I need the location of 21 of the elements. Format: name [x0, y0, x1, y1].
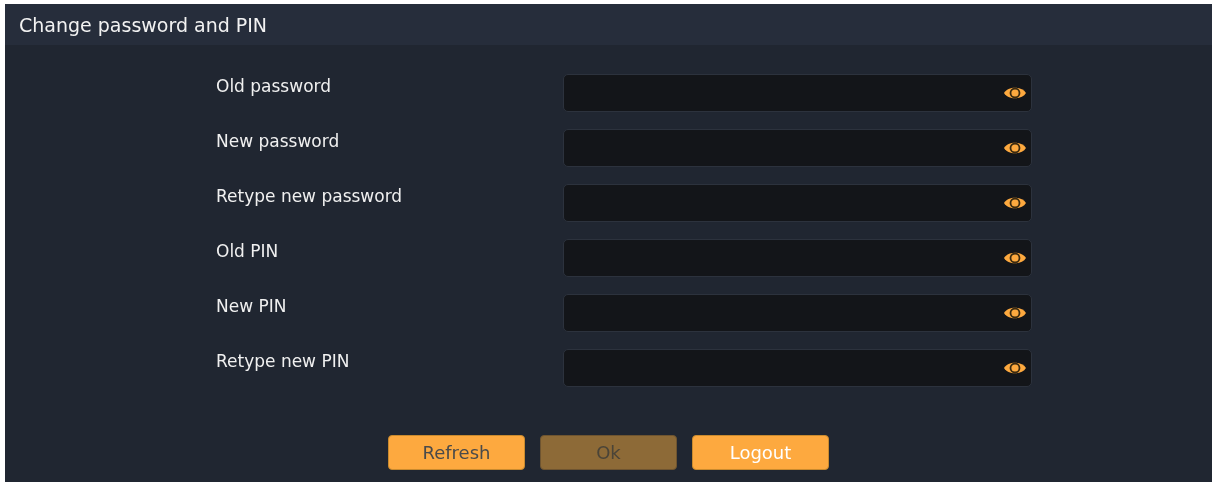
- eye-icon[interactable]: [1003, 140, 1027, 156]
- password-field[interactable]: [563, 129, 1032, 167]
- field-label: New PIN: [216, 295, 288, 316]
- action-button[interactable]: Logout: [692, 435, 829, 470]
- eye-icon[interactable]: [1003, 305, 1027, 321]
- field-label: Retype new PIN: [216, 350, 351, 371]
- password-field[interactable]: [563, 74, 1032, 112]
- password-field[interactable]: [563, 184, 1032, 222]
- action-button[interactable]: Refresh: [388, 435, 525, 470]
- eye-icon[interactable]: [1003, 250, 1027, 266]
- eye-icon[interactable]: [1003, 195, 1027, 211]
- eye-icon[interactable]: [1003, 85, 1027, 101]
- password-field[interactable]: [563, 294, 1032, 332]
- eye-icon[interactable]: [1003, 360, 1027, 376]
- password-field[interactable]: [563, 239, 1032, 277]
- field-label: Old PIN: [216, 240, 280, 261]
- field-label: New password: [216, 130, 341, 151]
- field-label: Retype new password: [216, 185, 404, 206]
- password-field[interactable]: [563, 349, 1032, 387]
- field-label: Old password: [216, 75, 332, 96]
- window-title: Change password and PIN: [19, 13, 268, 36]
